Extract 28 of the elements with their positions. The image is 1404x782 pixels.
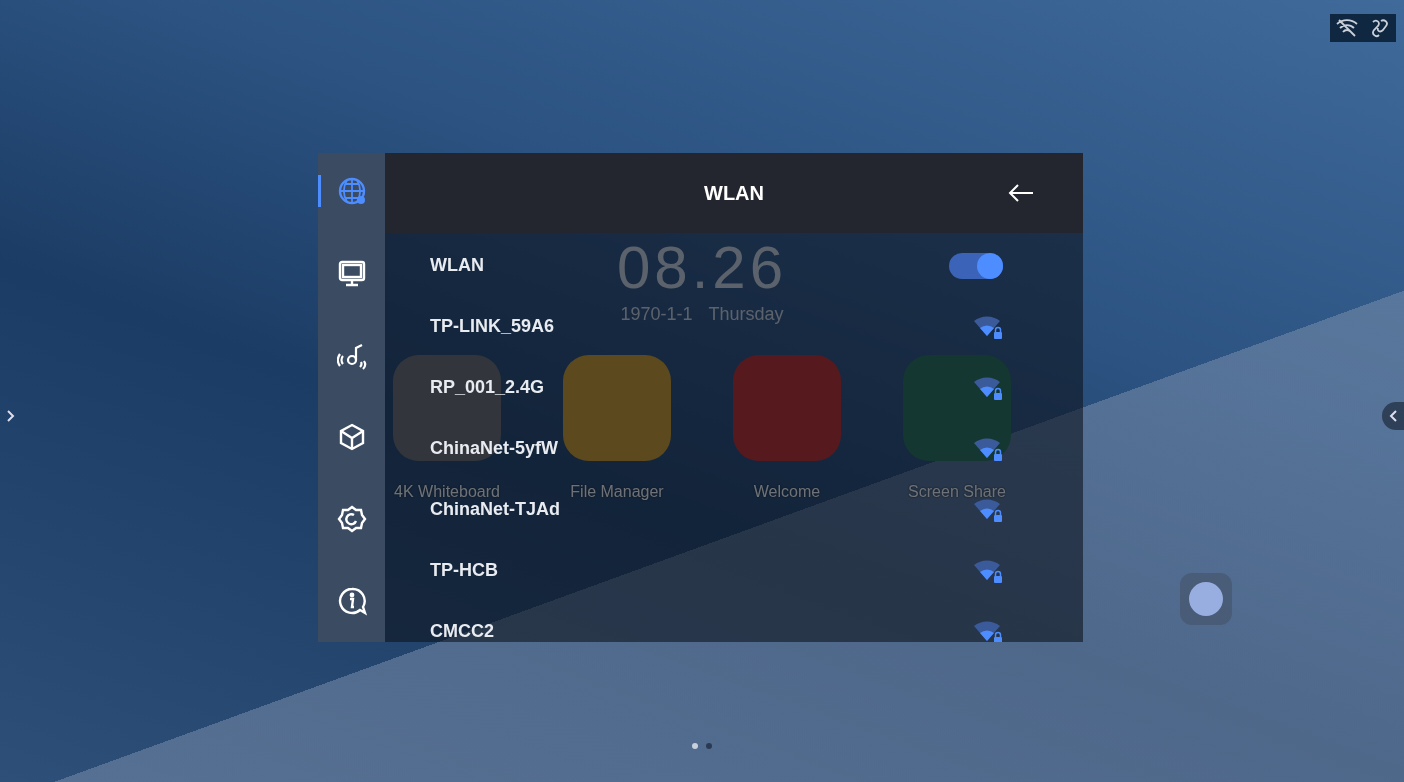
date: 1970-1-1	[620, 304, 693, 325]
network-name[interactable]: TP-LINK_59A6	[430, 316, 555, 337]
page-dot[interactable]	[692, 743, 698, 749]
wlan-toggle[interactable]	[949, 252, 1003, 279]
about-icon	[336, 586, 367, 616]
network-icon	[336, 176, 367, 206]
network-name[interactable]: ChinaNet-TJAd	[430, 499, 560, 520]
wlan-label: WLAN	[430, 255, 484, 276]
wifi-off-icon	[1335, 19, 1358, 37]
selection-bar	[317, 175, 321, 207]
chevron-left-icon	[1389, 410, 1397, 422]
expand-right-button[interactable]	[1382, 402, 1404, 430]
display-icon	[336, 258, 367, 288]
network-name[interactable]: TP-HCB	[430, 560, 498, 581]
clock: 08.26	[616, 238, 788, 298]
app-label: Screen Share	[908, 483, 1006, 501]
chevron-right-icon	[7, 410, 15, 422]
page-dot[interactable]	[706, 743, 712, 749]
app-label: Welcome	[753, 483, 821, 501]
panel-title: WLAN	[704, 181, 764, 205]
network-name[interactable]: ChinaNet-5yfW	[430, 438, 558, 459]
app-label: 4K Whiteboard	[394, 483, 500, 501]
weekday: Thursday	[708, 304, 784, 325]
settings-icon	[336, 504, 367, 534]
floating-ball-button[interactable]	[1180, 573, 1232, 625]
app-label: File Manager	[570, 483, 664, 501]
network-name[interactable]: CMCC2	[430, 621, 494, 642]
network-name[interactable]: RP_001_2.4G	[430, 377, 545, 398]
